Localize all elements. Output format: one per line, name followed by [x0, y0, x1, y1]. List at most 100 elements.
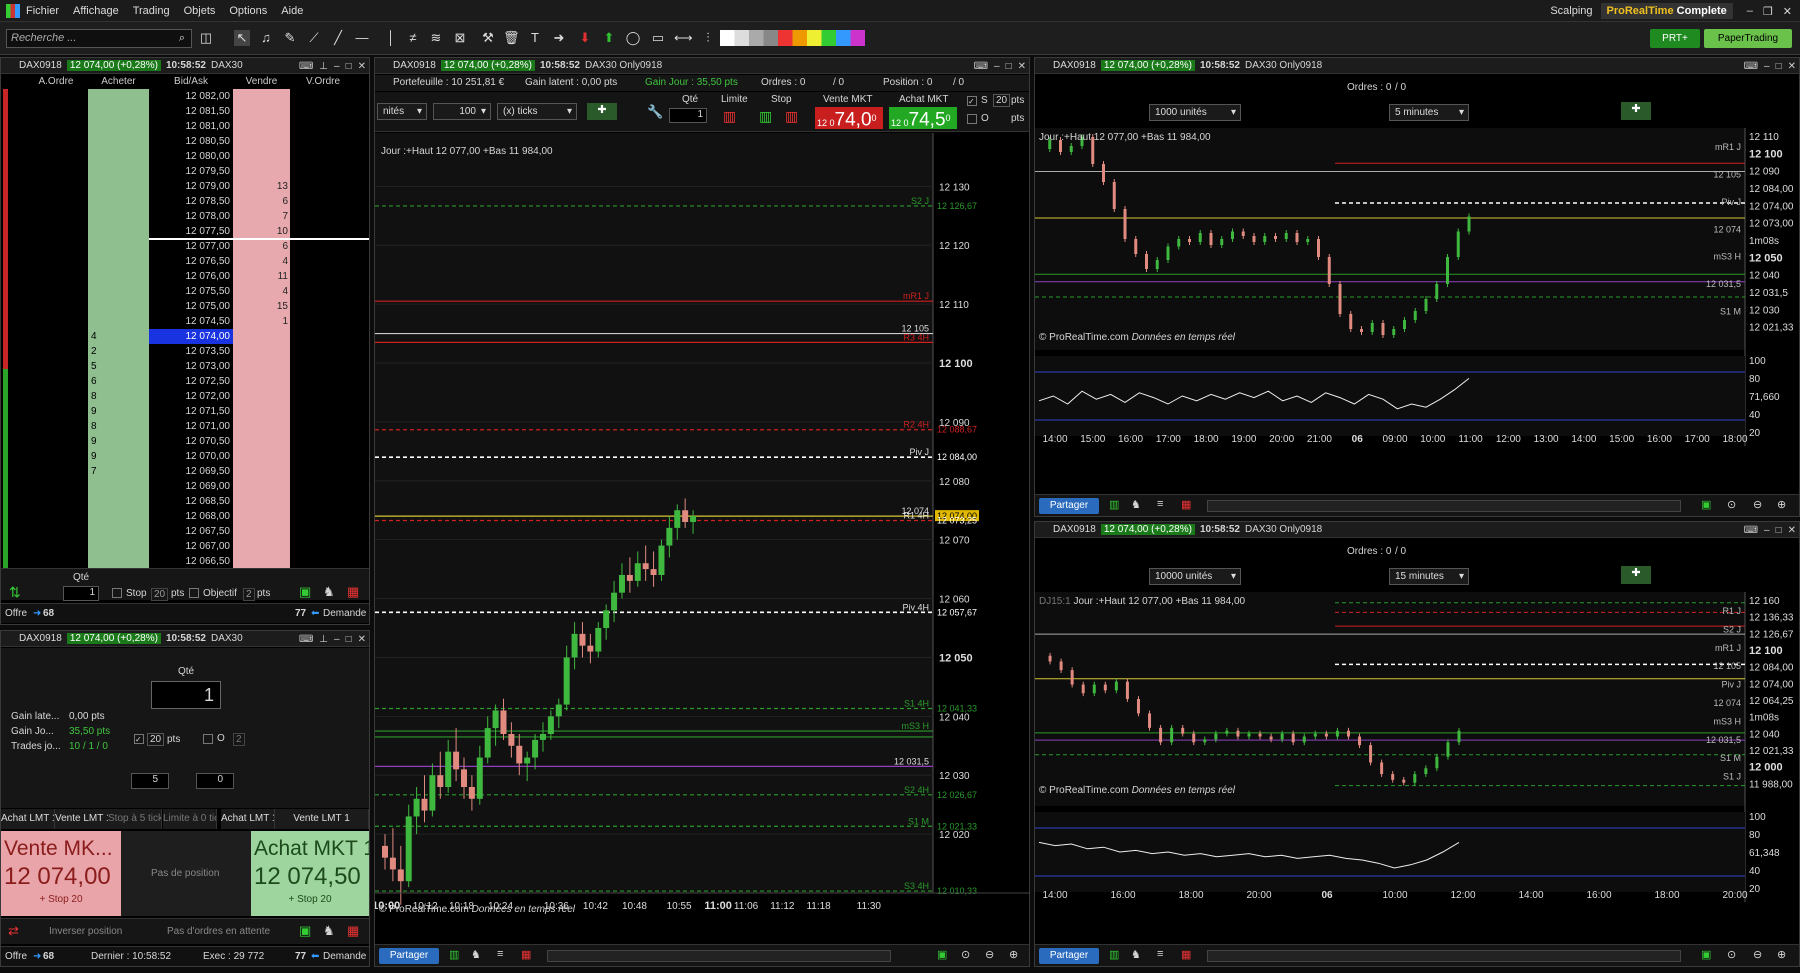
ladder-row[interactable]: 12 067,00	[1, 539, 369, 554]
ladder-buy-cell[interactable]	[88, 509, 149, 524]
wrench-icon[interactable]: 🔧	[647, 104, 663, 120]
text-icon[interactable]: T	[527, 30, 543, 46]
chart2-chart-icon[interactable]: ▣	[1701, 948, 1711, 961]
ladder-buy-cell[interactable]	[88, 254, 149, 269]
ellipse-icon[interactable]: ◯	[625, 30, 641, 46]
ladder-sell-cell[interactable]	[233, 404, 290, 419]
chart2-indicator-add-icon[interactable]: ✚	[1621, 566, 1651, 584]
center-trader-icon[interactable]: ♞	[471, 948, 481, 961]
ladder-row[interactable]: 12 068,50	[1, 494, 369, 509]
menu-aide[interactable]: Aide	[281, 5, 303, 17]
ladder-row[interactable]: 12 079,50	[1, 164, 369, 179]
measure-icon[interactable]: ⟷	[674, 30, 693, 46]
chart1-indicator-add-icon[interactable]: ✚	[1621, 102, 1651, 120]
ladder-buy-cell[interactable]	[88, 374, 149, 389]
ladder-symbol[interactable]: DAX0918	[19, 60, 62, 71]
center-share-button[interactable]: Partager	[379, 948, 439, 964]
fibonacci-icon[interactable]: ≋	[428, 30, 444, 46]
ladder-row[interactable]: 12 070,50 9	[1, 434, 369, 449]
minimize-icon[interactable]: –	[1764, 61, 1770, 72]
order-swap-icon[interactable]: ⇄	[8, 923, 19, 939]
close-icon[interactable]: ✕	[1788, 61, 1796, 72]
menu-affichage[interactable]: Affichage	[73, 5, 119, 17]
ladder-row[interactable]: 12 071,00 8	[1, 419, 369, 434]
chart1-pattern-icon[interactable]: ▦	[1181, 498, 1191, 511]
chart1-zoom-in-icon[interactable]: ⊕	[1777, 498, 1786, 511]
menu-objets[interactable]: Objets	[184, 5, 216, 17]
chart2-trader-icon[interactable]: ♞	[1131, 948, 1141, 961]
chart1-chart-icon[interactable]: ▣	[1701, 498, 1711, 511]
close-icon[interactable]: ✕	[1788, 525, 1796, 536]
units-dropdown[interactable]: nités	[377, 103, 427, 120]
ladder-sell-cell[interactable]	[233, 434, 290, 449]
arrow-up-icon[interactable]: ⬆	[601, 30, 617, 46]
center-scrollbar[interactable]	[547, 950, 891, 962]
ladder-buy-cell[interactable]	[88, 284, 149, 299]
ladder-buy-cell[interactable]	[88, 494, 149, 509]
ladder-sell-cell[interactable]	[233, 359, 290, 374]
ladder-sell-cell[interactable]	[233, 119, 290, 134]
ladder-stop-checkbox[interactable]	[112, 588, 122, 598]
chart1-zoom-out-icon[interactable]: ⊖	[1753, 498, 1762, 511]
s-checkbox[interactable]: ✓	[967, 96, 977, 106]
ladder-sell-cell[interactable]	[233, 509, 290, 524]
minimize-icon[interactable]: –	[994, 61, 1000, 72]
keyboard-icon[interactable]: ⌨	[1744, 525, 1758, 536]
screenshot-icon[interactable]: ◫	[198, 30, 214, 46]
ladder-row[interactable]: 12 066,50	[1, 554, 369, 569]
ladder-row[interactable]: 12 076,00 11	[1, 269, 369, 284]
center-zoom-out-icon[interactable]: ⊖	[985, 948, 994, 961]
ladder-buy-cell[interactable]	[88, 329, 149, 344]
chart2-units-dropdown[interactable]: 10000 unités	[1149, 568, 1241, 585]
chart2-timeframe-dropdown[interactable]: 15 minutes	[1389, 568, 1469, 585]
ladder-row[interactable]: 12 069,00	[1, 479, 369, 494]
maximize-icon[interactable]: □	[1776, 525, 1782, 536]
ladder-objectif-checkbox[interactable]	[189, 588, 199, 598]
chart1-indicator-icon[interactable]: ▥	[1109, 498, 1119, 511]
ladder-sell-cell[interactable]	[233, 329, 290, 344]
ladder-pattern-icon[interactable]: ▦	[347, 584, 359, 600]
center-symbol[interactable]: DAX0918	[393, 60, 436, 71]
ladder-row[interactable]: 12 075,50 4	[1, 284, 369, 299]
buy-market-button[interactable]: Achat MKT 1 12 074,50 + Stop 20	[251, 831, 369, 916]
ladder-row[interactable]: 12 070,00 9	[1, 449, 369, 464]
chart2-indicator-icon[interactable]: ▥	[1109, 948, 1119, 961]
maximize-icon[interactable]: □	[346, 61, 352, 72]
ladder-row[interactable]: 12 079,00 13	[1, 179, 369, 194]
ladder-buy-cell[interactable]	[88, 524, 149, 539]
arrow-down-icon[interactable]: ⬇	[577, 30, 593, 46]
chart2-symbol[interactable]: DAX0918	[1053, 524, 1096, 535]
ladder-row[interactable]: 12 077,00 6	[1, 238, 369, 254]
window-restore-icon[interactable]: ❐	[1763, 5, 1773, 18]
ladder-row[interactable]: 12 074,50 1	[1, 314, 369, 329]
ladder-buy-cell[interactable]	[88, 299, 149, 314]
ladder-buy-cell[interactable]	[88, 434, 149, 449]
ladder-objectif-value[interactable]: 2	[243, 588, 255, 601]
ladder-row[interactable]: 12 068,00	[1, 509, 369, 524]
window-close-icon[interactable]: ✕	[1783, 5, 1792, 18]
ladder-row[interactable]: 12 080,50	[1, 134, 369, 149]
paper-trading-button[interactable]: PaperTrading	[1704, 29, 1792, 48]
chart1-symbol[interactable]: DAX0918	[1053, 60, 1096, 71]
gann-icon[interactable]: ⊠	[452, 30, 468, 46]
vertical-tool-icon[interactable]: ⫶	[700, 30, 716, 46]
maximize-icon[interactable]: □	[1776, 61, 1782, 72]
close-icon[interactable]: ✕	[1018, 61, 1026, 72]
pin-icon[interactable]: ⊥	[319, 61, 328, 72]
center-pattern-icon[interactable]: ▦	[521, 948, 531, 961]
center-zoom-fit-icon[interactable]: ⊙	[961, 948, 970, 961]
minimize-icon[interactable]: –	[1764, 525, 1770, 536]
ladder-sell-cell[interactable]	[233, 479, 290, 494]
ladder-row[interactable]: 12 073,00 5	[1, 359, 369, 374]
line-icon[interactable]: ⟋	[306, 30, 322, 46]
order-spin-2[interactable]: 0	[196, 773, 234, 789]
sell-market-button[interactable]: Vente MK... 12 074,00 + Stop 20	[1, 831, 121, 916]
ladder-sell-cell[interactable]	[233, 524, 290, 539]
ladder-buy-cell[interactable]	[88, 314, 149, 329]
delete-icon[interactable]: 🗑	[503, 30, 520, 46]
ladder-settings-icon[interactable]: ⇅	[9, 584, 21, 601]
keyboard-icon[interactable]: ⌨	[299, 61, 313, 72]
ticks-qty-input[interactable]: 100	[433, 103, 491, 120]
ladder-chart-icon[interactable]: ▣	[299, 584, 311, 600]
ladder-sell-cell[interactable]	[233, 149, 290, 164]
